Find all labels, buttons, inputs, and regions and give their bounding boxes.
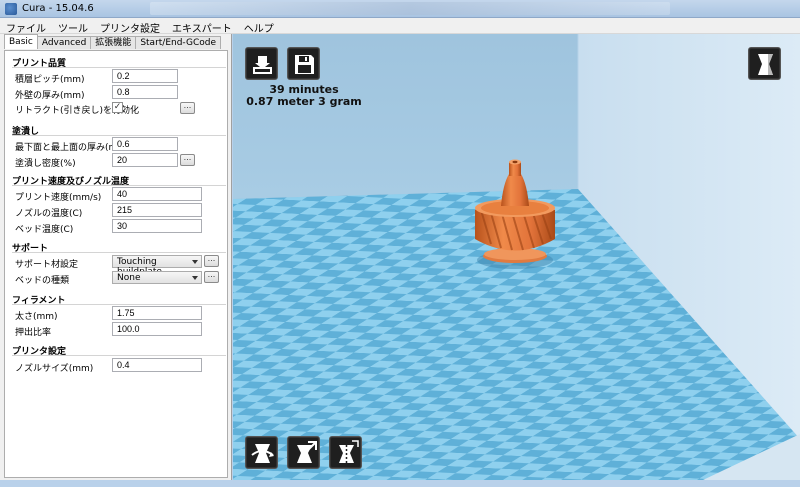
fill-density-input[interactable] [112, 153, 178, 167]
section-divider [12, 355, 226, 356]
platform-adhesion-value: None [117, 273, 141, 283]
platform-adhesion-label: ベッドの種類 [15, 276, 70, 286]
settings-tabs: Basic Advanced 拡張機能 Start/End-GCode [4, 34, 222, 50]
platform-adhesion-settings-button[interactable]: ... [204, 271, 219, 283]
fill-density-settings-button[interactable]: ... [180, 154, 195, 166]
support-settings-button[interactable]: ... [204, 255, 219, 267]
print-speed-input[interactable] [112, 187, 202, 201]
title-bar-background [150, 2, 670, 15]
rotate-icon [251, 444, 274, 463]
section-divider [12, 135, 226, 136]
section-divider [12, 185, 226, 186]
support-type-label: サポート材設定 [15, 260, 79, 270]
tab-advanced[interactable]: Advanced [36, 36, 92, 49]
bottom-top-thickness-input[interactable] [112, 137, 178, 151]
shell-thickness-input[interactable] [112, 85, 178, 99]
view-mode-button[interactable] [748, 47, 781, 80]
section-divider [12, 67, 226, 68]
retraction-settings-button[interactable]: ... [180, 102, 195, 114]
tab-basic[interactable]: Basic [4, 34, 38, 49]
chevron-down-icon [192, 276, 198, 280]
bed-temperature-input[interactable] [112, 219, 202, 233]
scale-button[interactable] [287, 436, 320, 469]
menu-help[interactable]: ヘルプ [238, 18, 280, 35]
retraction-checkbox[interactable]: ✓ [112, 102, 123, 113]
menu-file[interactable]: ファイル [0, 18, 52, 35]
print-speed-label: プリント速度(mm/s) [15, 193, 102, 203]
platform-adhesion-select[interactable]: None [112, 271, 202, 284]
section-divider [12, 252, 226, 253]
nozzle-temperature-label: ノズルの温度(C) [15, 209, 83, 219]
3d-viewport[interactable]: 39 minutes 0.87 meter 3 gram [233, 34, 800, 480]
layer-height-input[interactable] [112, 69, 178, 83]
load-model-button[interactable] [245, 47, 278, 80]
settings-panel: Basic Advanced 拡張機能 Start/End-GCode プリント… [0, 34, 232, 480]
material-usage-text: 0.87 meter 3 gram [246, 95, 362, 108]
tab-plugins[interactable]: 拡張機能 [90, 36, 137, 49]
menu-expert[interactable]: エキスパート [166, 18, 238, 35]
rotate-button[interactable] [245, 436, 278, 469]
mirror-icon [339, 440, 359, 466]
menu-machine[interactable]: プリンタ設定 [94, 18, 166, 35]
title-bar: Cura - 15.04.6 [0, 0, 800, 18]
view-mode-icon [758, 54, 773, 75]
menu-bar: ファイル ツール プリンタ設定 エキスパート ヘルプ [0, 18, 800, 35]
cura-app-icon [5, 3, 17, 15]
window-title: Cura - 15.04.6 [22, 3, 94, 14]
filament-diameter-input[interactable] [112, 306, 202, 320]
nozzle-temperature-input[interactable] [112, 203, 202, 217]
support-type-select[interactable]: Touching buildplate [112, 255, 202, 277]
fill-density-label: 塗潰し密度(%) [15, 159, 76, 169]
window-bottom-border [0, 480, 800, 487]
flow-input[interactable] [112, 322, 202, 336]
mirror-button[interactable] [329, 436, 362, 469]
shell-thickness-label: 外壁の厚み(mm) [15, 91, 85, 101]
save-gcode-button[interactable] [287, 47, 320, 80]
save-gcode-icon [295, 55, 314, 74]
load-model-icon [253, 56, 272, 74]
nozzle-size-label: ノズルサイズ(mm) [15, 364, 94, 374]
tab-start-end-gcode[interactable]: Start/End-GCode [135, 36, 222, 49]
bed-temperature-label: ベッド温度(C) [15, 225, 74, 235]
basic-settings-page: プリント品質 積層ピッチ(mm) 外壁の厚み(mm) リトラクト(引き戻し)を有… [4, 50, 228, 478]
nozzle-size-input[interactable] [112, 358, 202, 372]
scale-icon [297, 441, 317, 463]
layer-height-label: 積層ピッチ(mm) [15, 75, 85, 85]
section-divider [12, 304, 226, 305]
filament-diameter-label: 太さ(mm) [15, 312, 58, 322]
flow-label: 押出比率 [15, 328, 52, 338]
chevron-down-icon [192, 260, 198, 264]
menu-tools[interactable]: ツール [52, 18, 94, 35]
